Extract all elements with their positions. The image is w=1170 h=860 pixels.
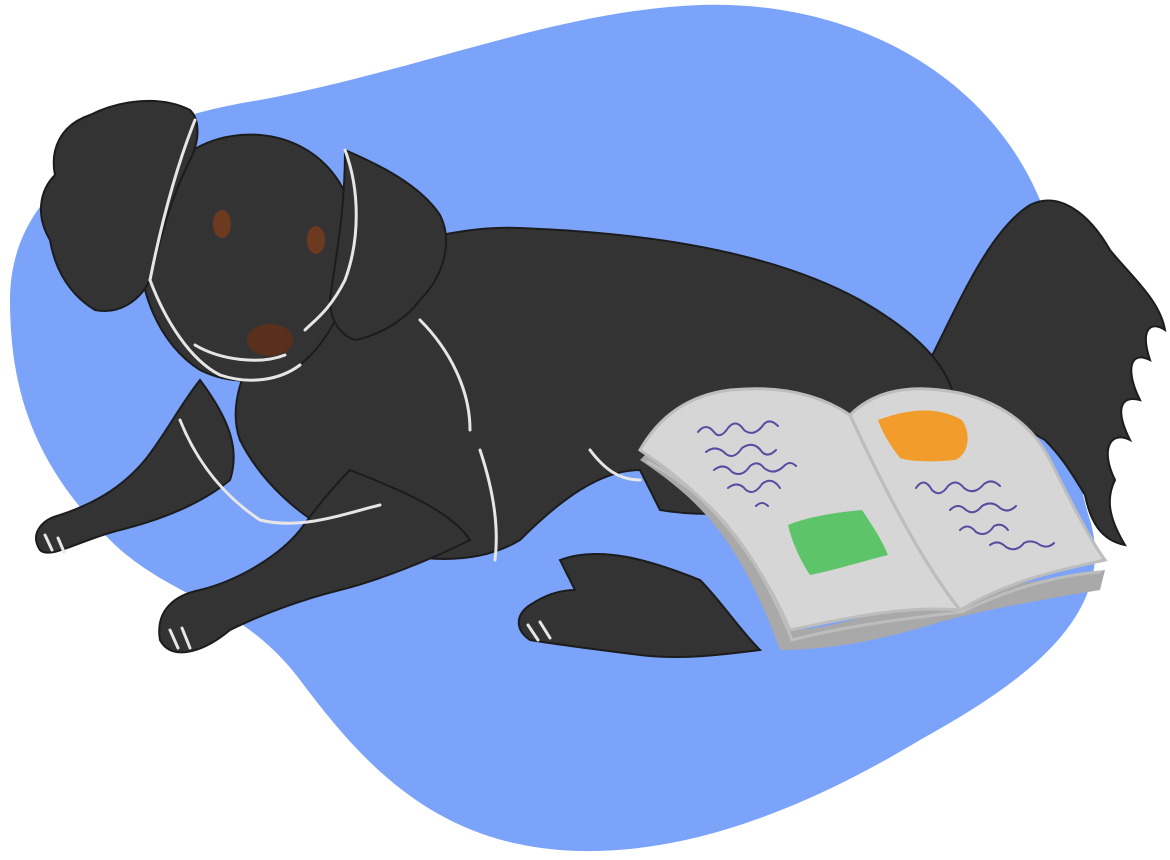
dog-with-book-illustration — [10, 4, 1167, 852]
dog-eye-right — [307, 226, 325, 254]
dog-nose — [247, 324, 293, 356]
dog-eye-left — [213, 210, 231, 238]
illustration-canvas — [0, 0, 1170, 860]
